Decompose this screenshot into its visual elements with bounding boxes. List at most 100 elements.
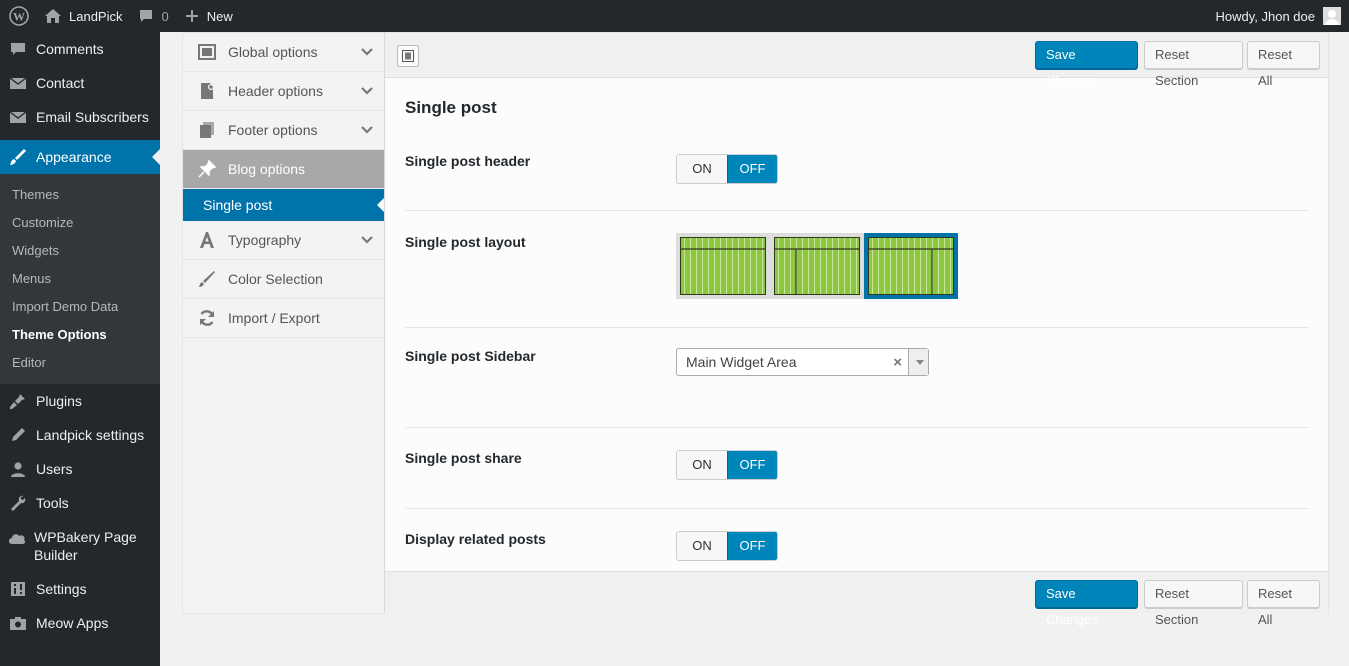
save-changes-button[interactable]: Save Changes	[1035, 41, 1138, 88]
submenu-item-themes[interactable]: Themes	[0, 181, 160, 209]
wordpress-logo-icon[interactable]: W	[2, 0, 36, 32]
menu-item-meow-apps[interactable]: Meow Apps	[0, 606, 160, 640]
submenu-item-customize[interactable]: Customize	[0, 209, 160, 237]
theme-options-panel: Global options Header options Footer optio…	[182, 32, 1329, 627]
layout-right-sidebar[interactable]	[864, 233, 958, 299]
site-name-link[interactable]: LandPick	[36, 0, 130, 32]
switch-on[interactable]: ON	[677, 532, 727, 560]
menu-item-label: Plugins	[36, 393, 82, 409]
menu-item-label: Meow Apps	[36, 615, 109, 631]
nav-item-label: Global options	[228, 44, 318, 60]
layout-left-sidebar[interactable]	[770, 233, 864, 299]
dropdown-arrow-icon[interactable]	[908, 349, 928, 375]
wrench-icon	[8, 493, 28, 513]
mail-icon	[8, 73, 28, 93]
menu-item-plugins[interactable]: Plugins	[0, 384, 160, 418]
nav-item-color-selection[interactable]: Color Selection	[183, 260, 384, 299]
menu-item-label: Users	[36, 461, 73, 477]
field-single-post-header: Single post header ON OFF	[405, 153, 1309, 211]
admin-sidebar: Comments Contact Email Subscribers Appeara…	[0, 32, 160, 666]
field-label: Display related posts	[405, 531, 546, 547]
svg-text:W: W	[13, 10, 25, 24]
reset-section-button[interactable]: Reset Section	[1144, 41, 1243, 88]
options-bottom-bar: Save Changes Reset Section Reset All	[385, 571, 1328, 627]
field-single-post-layout: Single post layout	[405, 233, 1309, 328]
reset-all-button[interactable]: Reset All	[1247, 41, 1320, 88]
nav-item-import-export[interactable]: Import / Export	[183, 299, 384, 338]
menu-item-label: Settings	[36, 581, 87, 597]
comments-count: 0	[161, 8, 169, 24]
home-icon	[45, 9, 61, 23]
field-single-post-share: Single post share ON OFF	[405, 450, 1309, 509]
refresh-icon	[198, 309, 216, 327]
font-icon	[198, 231, 216, 249]
single-post-share-switch: ON OFF	[676, 450, 778, 480]
layout-full-width[interactable]	[676, 233, 770, 299]
options-top-bar: Save Changes Reset Section Reset All	[385, 33, 1328, 88]
submenu-item-editor[interactable]: Editor	[0, 349, 160, 377]
account-menu[interactable]: Howdy, Jhon doe	[1208, 0, 1349, 32]
menu-item-tools[interactable]: Tools	[0, 486, 160, 520]
chevron-down-icon[interactable]	[360, 233, 374, 247]
nav-item-global-options[interactable]: Global options	[183, 33, 384, 72]
nav-item-typography[interactable]: Typography	[183, 221, 384, 260]
nav-item-label: Blog options	[228, 161, 306, 177]
menu-item-label: Tools	[36, 495, 69, 511]
comments-link[interactable]: 0	[130, 0, 176, 32]
sidebar-select[interactable]: Main Widget Area ×	[676, 348, 929, 376]
submenu-item-widgets[interactable]: Widgets	[0, 237, 160, 265]
pages-icon	[198, 121, 216, 139]
nav-item-footer-options[interactable]: Footer options	[183, 111, 384, 150]
switch-off[interactable]: OFF	[727, 155, 777, 183]
new-content-link[interactable]: New	[177, 0, 241, 32]
menu-item-comments[interactable]: Comments	[0, 32, 160, 66]
nav-item-label: Footer options	[228, 122, 318, 138]
comment-icon	[8, 39, 28, 59]
field-single-post-sidebar: Single post Sidebar Main Widget Area ×	[405, 348, 1309, 428]
nav-item-header-options[interactable]: Header options	[183, 72, 384, 111]
field-label: Single post Sidebar	[405, 348, 536, 364]
pin-icon	[198, 160, 216, 178]
expand-options-button[interactable]	[397, 45, 419, 67]
selected-value: Main Widget Area	[686, 354, 797, 370]
menu-item-email-subscribers[interactable]: Email Subscribers	[0, 100, 160, 134]
admin-bar: W LandPick 0 New Howdy, Jhon doe	[0, 0, 1349, 32]
submenu-item-menus[interactable]: Menus	[0, 265, 160, 293]
save-changes-button[interactable]: Save Changes	[1035, 580, 1138, 627]
menu-item-label: Email Subscribers	[36, 109, 149, 125]
chevron-down-icon[interactable]	[360, 123, 374, 137]
switch-on[interactable]: ON	[677, 451, 727, 479]
nav-item-blog-options[interactable]: Blog options	[183, 150, 384, 189]
site-name: LandPick	[69, 8, 123, 24]
submenu-item-import-demo-data[interactable]: Import Demo Data	[0, 293, 160, 321]
page-icon	[198, 82, 216, 100]
menu-item-label: Comments	[36, 41, 104, 57]
camera-icon	[8, 613, 28, 633]
switch-off[interactable]: OFF	[727, 451, 777, 479]
menu-item-contact[interactable]: Contact	[0, 66, 160, 100]
menu-item-wpbakery-page-builder[interactable]: WPBakery Page Builder	[0, 520, 160, 572]
chevron-down-icon[interactable]	[360, 45, 374, 59]
menu-item-label: WPBakery Page Builder	[34, 529, 137, 563]
menu-item-users[interactable]: Users	[0, 452, 160, 486]
comment-icon	[140, 10, 153, 22]
menu-item-landpick-settings[interactable]: Landpick settings	[0, 418, 160, 452]
nav-item-label: Color Selection	[228, 271, 323, 287]
clear-selection-icon[interactable]: ×	[893, 349, 902, 376]
window-icon	[198, 43, 216, 61]
field-label: Single post share	[405, 450, 522, 466]
menu-item-settings[interactable]: Settings	[0, 572, 160, 606]
appearance-submenu: Themes Customize Widgets Menus Import Demo D…	[0, 174, 160, 384]
reset-all-button[interactable]: Reset All	[1247, 580, 1320, 627]
chevron-down-icon[interactable]	[360, 84, 374, 98]
switch-off[interactable]: OFF	[727, 532, 777, 560]
paintbrush-icon	[8, 147, 28, 167]
menu-item-appearance[interactable]: Appearance	[0, 140, 160, 174]
brush-icon	[198, 270, 216, 288]
nav-item-label: Typography	[228, 232, 302, 248]
switch-on[interactable]: ON	[677, 155, 727, 183]
nav-subitem-single-post[interactable]: Single post	[183, 189, 384, 221]
reset-section-button[interactable]: Reset Section	[1144, 580, 1243, 627]
submenu-item-theme-options[interactable]: Theme Options	[0, 321, 160, 349]
options-nav: Global options Header options Footer optio…	[183, 33, 385, 613]
